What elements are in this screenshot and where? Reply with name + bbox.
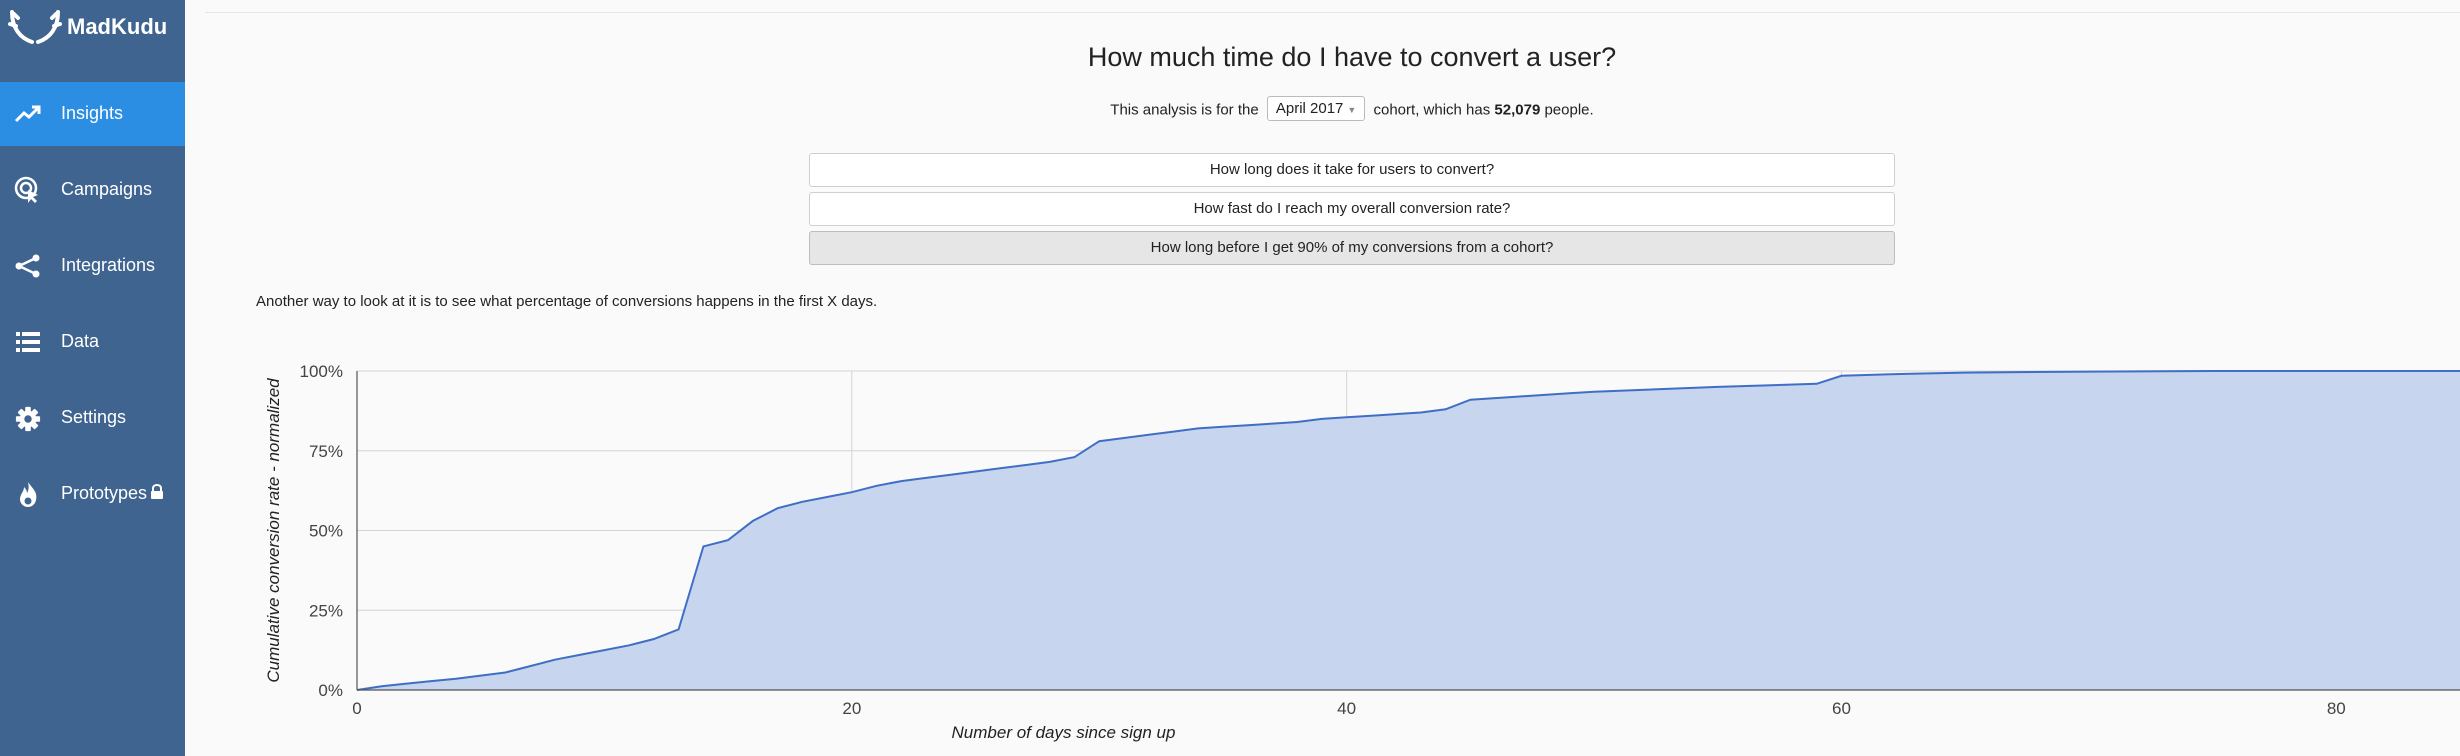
x-tick-label: 40 bbox=[1337, 699, 1356, 718]
app-name: MadKudu bbox=[67, 14, 168, 39]
summary-prefix: This analysis is for the bbox=[1110, 101, 1259, 119]
sidebar-item-label: Campaigns bbox=[61, 179, 153, 199]
lock-icon bbox=[151, 484, 163, 499]
chevron-down-icon: ▼ bbox=[1347, 105, 1357, 115]
target-cursor-icon bbox=[14, 176, 38, 203]
question-button-ninety-percent[interactable]: How long before I get 90% of my conversi… bbox=[809, 231, 1895, 265]
sidebar-item-label: Integrations bbox=[61, 255, 156, 275]
sidebar-item-settings[interactable]: Settings bbox=[0, 386, 185, 450]
x-tick-label: 60 bbox=[1832, 699, 1851, 718]
x-tick-label: 0 bbox=[352, 699, 361, 718]
people-count: 52,079 bbox=[1494, 101, 1541, 119]
gear-icon bbox=[15, 406, 41, 432]
summary-suffix: people. bbox=[1544, 101, 1594, 119]
flame-icon bbox=[20, 482, 37, 507]
share-icon bbox=[15, 254, 40, 278]
main-content: How much time do I have to convert a use… bbox=[185, 0, 2460, 756]
sidebar-item-label: Settings bbox=[61, 407, 127, 427]
chart-description: Another way to look at it is to see what… bbox=[256, 293, 878, 310]
y-axis-title: Cumulative conversion rate - normalized bbox=[264, 378, 283, 683]
sidebar-item-label: Insights bbox=[61, 103, 124, 123]
cohort-select-value: April 2017 bbox=[1275, 100, 1344, 117]
x-tick-label: 80 bbox=[2327, 699, 2346, 718]
list-icon bbox=[16, 332, 40, 352]
y-tick-label: 75% bbox=[309, 442, 343, 461]
sidebar-item-data[interactable]: Data bbox=[0, 310, 185, 374]
sidebar-item-label: Data bbox=[61, 331, 100, 351]
question-button-time-to-convert[interactable]: How long does it take for users to conve… bbox=[809, 153, 1895, 187]
x-axis-title: Number of days since sign up bbox=[952, 723, 1176, 742]
sidebar-item-campaigns[interactable]: Campaigns bbox=[0, 158, 185, 222]
sidebar-item-insights[interactable]: Insights bbox=[0, 82, 185, 146]
page-title: How much time do I have to convert a use… bbox=[1087, 42, 1617, 72]
y-tick-label: 100% bbox=[300, 362, 343, 381]
antlers-logo-icon bbox=[8, 10, 62, 44]
summary-middle: cohort, which has bbox=[1373, 101, 1491, 119]
x-tick-label: 20 bbox=[842, 699, 861, 718]
sidebar-item-label: Prototypes bbox=[61, 483, 148, 503]
sidebar: MadKudu Insights Campaigns Integrations bbox=[0, 0, 185, 756]
app-logo[interactable]: MadKudu bbox=[0, 0, 185, 60]
y-tick-label: 25% bbox=[309, 601, 343, 620]
question-button-reach-conversion-rate[interactable]: How fast do I reach my overall conversio… bbox=[809, 192, 1895, 226]
sidebar-item-integrations[interactable]: Integrations bbox=[0, 234, 185, 298]
sidebar-item-prototypes[interactable]: Prototypes bbox=[0, 462, 185, 526]
conversion-chart: 0% 25% 50% 75% 100% 0 20 40 60 80 Cumulative conv… bbox=[264, 362, 2460, 742]
cohort-summary: This analysis is for the April 2017 ▼ coh… bbox=[185, 96, 2460, 123]
y-tick-label: 50% bbox=[309, 522, 343, 541]
trending-up-icon bbox=[14, 105, 41, 123]
cohort-select[interactable]: April 2017 ▼ bbox=[1266, 96, 1366, 121]
divider bbox=[205, 12, 2460, 13]
y-tick-label: 0% bbox=[318, 681, 343, 700]
